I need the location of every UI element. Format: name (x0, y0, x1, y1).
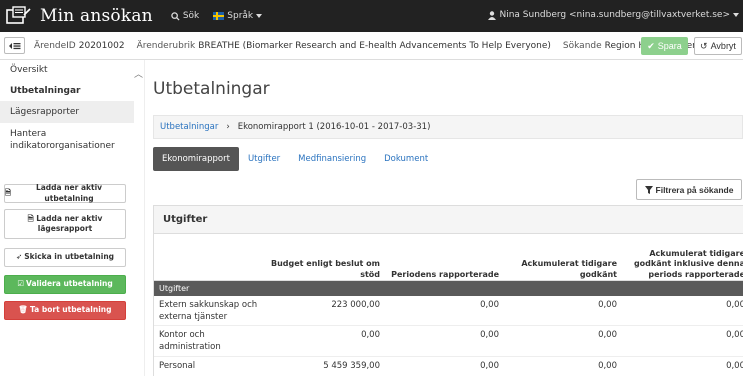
table-header-row: Budget enligt beslut om stöd Periodens r… (154, 235, 743, 281)
top-navbar: Min ansökan Sök Språk Nina Sundberg <nin… (0, 0, 743, 32)
sidebar-item-label: Lägesrapporter (10, 107, 80, 117)
download-report-label: 🗎 Ladda ner aktiv lägesrapport (21, 214, 109, 234)
tab-dokument[interactable]: Dokument (375, 147, 437, 171)
search-nav[interactable]: Sök (171, 11, 199, 21)
toggle-sidebar-button[interactable] (4, 37, 25, 54)
delete-payment-button[interactable]: 🗑 Ta bort utbetalning (4, 301, 126, 320)
download-payment-button[interactable]: 🗎 Ladda ner aktiv utbetalning (4, 183, 126, 203)
save-label: Spara (657, 41, 682, 51)
breadcrumb-current: Ekonomirapport 1 (2016-10-01 - 2017-03-3… (237, 122, 431, 132)
collapse-menu-icon (8, 42, 20, 49)
case-rubric-label: Ärenderubrik (136, 40, 196, 51)
column-header (154, 235, 266, 280)
case-id-label: ÄrendeID (34, 40, 76, 51)
column-header-accumulated: Ackumulerat tidigare godkänt (521, 259, 617, 279)
undo-icon: ↺ (700, 40, 708, 51)
send-payment-button[interactable]: ➶ Skicka in utbetalning (4, 248, 126, 267)
page-title: Utbetalningar (153, 79, 270, 99)
column-header-period: Periodens rapporterade (391, 269, 499, 279)
table-cell: 0,00 (361, 330, 380, 340)
sidebar-item-label: Översikt (10, 65, 48, 75)
caret-down-icon (256, 14, 263, 18)
tab-bar: Ekonomirapport Utgifter Medfinansiering … (153, 147, 437, 171)
case-bar: ÄrendeID 20201002 Ärenderubrik BREATHE (… (0, 32, 743, 60)
breadcrumb-separator: › (226, 122, 230, 132)
validate-payment-label: Validera utbetalning (26, 279, 113, 289)
table-cell: 0,00 (480, 300, 499, 310)
table-cell: 223 000,00 (331, 300, 380, 310)
check-icon: ☑ (17, 279, 25, 289)
sidebar-item-indikatororganisationer[interactable]: Hantera indikatororganisationer (0, 126, 134, 154)
sidebar: ︿ Översikt Utbetalningar Lägesrapporter … (0, 60, 145, 376)
inbox-document-icon (6, 6, 31, 24)
tab-medfinansiering[interactable]: Medfinansiering (289, 147, 375, 171)
tab-utgifter[interactable]: Utgifter (239, 147, 289, 171)
table-cell: 0,00 (480, 330, 499, 340)
main-content: Utbetalningar Utbetalningar › Ekonomirap… (145, 60, 743, 376)
table-group-row: Utgifter (154, 281, 743, 296)
expenses-table: Budget enligt beslut om stöd Periodens r… (154, 235, 743, 376)
filter-icon (644, 185, 653, 194)
file-icon: 🗎 (27, 213, 34, 223)
breadcrumb-link-utbetalningar[interactable]: Utbetalningar (160, 122, 218, 132)
filter-label: Filtrera på sökande (655, 184, 734, 195)
table-cell: 0,00 (726, 300, 743, 310)
sidebar-item-lagesrapporter[interactable]: Lägesrapporter (0, 101, 134, 123)
save-button[interactable]: ✔ Spara (641, 37, 688, 55)
user-label: Nina Sundberg <nina.sundberg@tillvaxtver… (499, 10, 730, 20)
expenses-panel: Utgifter Budget enligt beslut om stöd Pe… (153, 205, 743, 376)
app-title: Min ansökan (40, 6, 153, 26)
sidebar-item-utbetalningar[interactable]: Utbetalningar (0, 81, 134, 101)
table-cell: 0,00 (598, 300, 617, 310)
validate-payment-button[interactable]: ☑ Validera utbetalning (4, 275, 126, 294)
check-icon: ✔ (647, 40, 655, 51)
app-logo[interactable]: Min ansökan (6, 6, 153, 26)
trash-icon: 🗑 (18, 305, 29, 315)
send-payment-label: Skicka in utbetalning (24, 252, 115, 262)
user-menu[interactable]: Nina Sundberg <nina.sundberg@tillvaxtver… (488, 10, 739, 20)
table-row: Personal 5 459 359,00 0,00 0,00 0,00 (154, 357, 743, 376)
swedish-flag-icon (213, 12, 225, 20)
caret-down-icon (733, 13, 739, 17)
applicant-label: Sökande (562, 40, 602, 51)
column-header-accumulated-incl: Ackumulerat tidigare godkänt inklusive d… (633, 248, 743, 279)
download-report-text: Ladda ner aktiv lägesrapport (36, 213, 103, 233)
table-cell: Kontor och administration (159, 330, 221, 352)
table-cell: 5 459 359,00 (323, 361, 380, 371)
table-cell: 0,00 (726, 361, 743, 371)
sidebar-item-label: Utbetalningar (10, 86, 81, 96)
tab-ekonomirapport[interactable]: Ekonomirapport (153, 147, 239, 171)
language-dropdown[interactable]: Språk (213, 11, 263, 21)
download-payment-label: Ladda ner aktiv utbetalning (35, 183, 103, 203)
file-icon: 🗎 (5, 188, 12, 198)
breadcrumb: Utbetalningar › Ekonomirapport 1 (2016-1… (153, 115, 743, 139)
search-icon (171, 11, 180, 21)
search-nav-label: Sök (182, 11, 200, 21)
cancel-label: Avbryt (710, 41, 736, 51)
table-cell: Extern sakkunskap och externa tjänster (159, 300, 258, 322)
user-icon (488, 10, 497, 20)
table-cell: 0,00 (598, 361, 617, 371)
table-row: Extern sakkunskap och externa tjänster 2… (154, 296, 743, 326)
delete-payment-label: Ta bort utbetalning (30, 305, 112, 315)
table-cell: 0,00 (598, 330, 617, 340)
case-rubric-value: BREATHE (Biomarker Research and E-health… (198, 40, 551, 51)
send-icon: ➶ (15, 252, 23, 262)
cancel-button[interactable]: ↺ Avbryt (694, 37, 742, 55)
column-header-budget: Budget enligt beslut om stöd (270, 259, 380, 279)
sidebar-item-label: Hantera indikatororganisationer (10, 128, 115, 151)
sidebar-item-oversikt[interactable]: Översikt (0, 60, 132, 80)
panel-title: Utgifter (154, 206, 743, 234)
chevron-up-icon[interactable]: ︿ (134, 67, 143, 80)
case-id-value: 20201002 (78, 40, 125, 51)
table-cell: 0,00 (726, 330, 743, 340)
filter-by-applicant-button[interactable]: Filtrera på sökande (636, 179, 742, 200)
table-cell: Personal (159, 361, 196, 371)
language-label: Språk (227, 11, 254, 21)
download-report-button[interactable]: 🗎 Ladda ner aktiv lägesrapport (4, 209, 126, 239)
table-cell: 0,00 (480, 361, 499, 371)
table-row: Kontor och administration 0,00 0,00 0,00… (154, 326, 743, 357)
